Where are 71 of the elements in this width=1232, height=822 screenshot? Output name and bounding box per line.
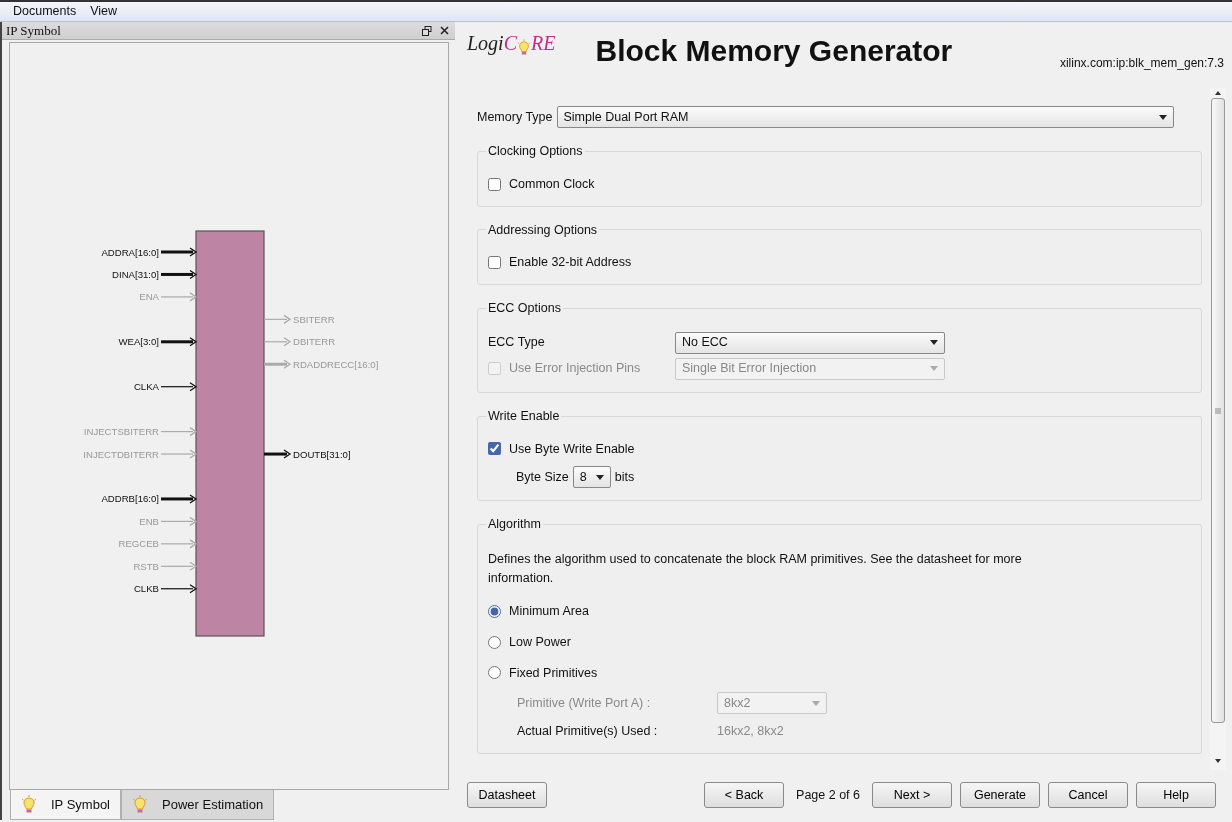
group-title: Addressing Options <box>487 221 599 239</box>
checkbox[interactable] <box>488 177 501 191</box>
pin-label: WEA[3:0] <box>118 336 159 348</box>
group-title: Algorithm <box>487 516 542 534</box>
close-icon[interactable] <box>440 26 449 35</box>
pin-label: INJECTDBITERR <box>83 448 159 460</box>
bulb-icon <box>132 794 148 815</box>
radio-label[interactable]: Low Power <box>509 632 571 652</box>
panel-title: IP Symbol <box>6 21 61 40</box>
pin-label: ENA <box>139 291 159 303</box>
group-title: ECC Options <box>487 300 562 317</box>
description-text: Defines the algorithm used to concatenate the block RAM primitives. See the datasheet for more information. <box>488 551 1023 587</box>
checkbox[interactable] <box>488 256 501 270</box>
field-label: Byte Size <box>516 468 569 486</box>
checkbox-label[interactable]: Common Clock <box>509 174 595 194</box>
pin-label: CLKA <box>133 381 159 393</box>
footer-button[interactable]: Help <box>1136 781 1216 809</box>
pin-label: RDADDRECC[16:0] <box>293 358 379 370</box>
menu-item[interactable]: View <box>83 2 125 23</box>
pin-label: CLKB <box>133 583 159 595</box>
scrollbar[interactable] <box>1210 88 1226 770</box>
pin-label: DBITERR <box>293 336 336 348</box>
checkbox-label[interactable]: Use Byte Write Enable <box>509 439 635 459</box>
footer-button[interactable]: Cancel <box>1048 781 1128 809</box>
unit-label: bits <box>614 468 635 486</box>
field-label: Memory Type <box>477 108 553 126</box>
version-text: xilinx.com:ip:blk_mem_gen:7.3 <box>1059 55 1224 72</box>
group-title: Clocking Options <box>487 143 584 160</box>
checkbox[interactable] <box>488 442 501 456</box>
caret-icon <box>812 700 820 706</box>
grip-icon <box>1215 407 1221 414</box>
pin-label: DINA[31:0] <box>112 268 159 280</box>
radio-button[interactable] <box>488 666 501 680</box>
footer-button[interactable]: Generate <box>960 781 1040 809</box>
field-value: 16kx2, 8kx2 <box>717 723 784 741</box>
pin-label: INJECTSBITERR <box>83 426 159 438</box>
caret-icon <box>595 474 604 480</box>
dropdown[interactable]: Simple Dual Port RAM <box>556 106 1174 128</box>
pin-label: REGCEB <box>118 538 159 550</box>
pin-label: ADDRB[16:0] <box>101 493 159 505</box>
caret-icon <box>930 340 938 346</box>
radio-button[interactable] <box>488 604 501 618</box>
menu-item[interactable]: Documents <box>6 2 84 23</box>
radio-label[interactable]: Fixed Primitives <box>509 663 598 683</box>
pin-label: DOUTB[31:0] <box>293 448 351 460</box>
dropdown[interactable]: 8 <box>572 466 611 489</box>
datasheet-button[interactable]: Datasheet <box>467 781 547 809</box>
pin-label: ADDRA[16:0] <box>101 246 159 258</box>
pin-label: ENB <box>139 515 159 527</box>
radio-label[interactable]: Minimum Area <box>509 602 589 621</box>
caret-icon <box>1158 114 1167 120</box>
field-label: ECC Type <box>488 334 546 352</box>
bulb-icon <box>21 794 37 815</box>
footer-button[interactable]: < Back <box>704 781 785 809</box>
scroll-thumb[interactable] <box>1211 98 1225 723</box>
group-title: Write Enable <box>487 407 561 425</box>
panel-tab[interactable]: IP Symbol <box>10 790 121 820</box>
restore-icon[interactable] <box>422 25 432 36</box>
footer-button[interactable]: Next > <box>872 781 952 809</box>
page-indicator: Page 2 of 6 <box>796 786 860 804</box>
pin-label: SBITERR <box>293 313 335 325</box>
pin-label: RSTB <box>133 560 159 572</box>
logo: LogiC RE <box>467 31 556 57</box>
field-label: Primitive (Write Port A) : <box>517 694 652 712</box>
panel-tab[interactable]: Power Estimation <box>121 790 275 820</box>
field-label: Actual Primitive(s) Used : <box>517 723 659 741</box>
checkbox-label[interactable]: Enable 32-bit Address <box>509 253 632 272</box>
dropdown[interactable]: No ECC <box>675 331 945 354</box>
window-title: Block Memory Generator <box>595 33 953 69</box>
radio-button[interactable] <box>488 635 501 649</box>
caret-icon <box>930 366 938 372</box>
